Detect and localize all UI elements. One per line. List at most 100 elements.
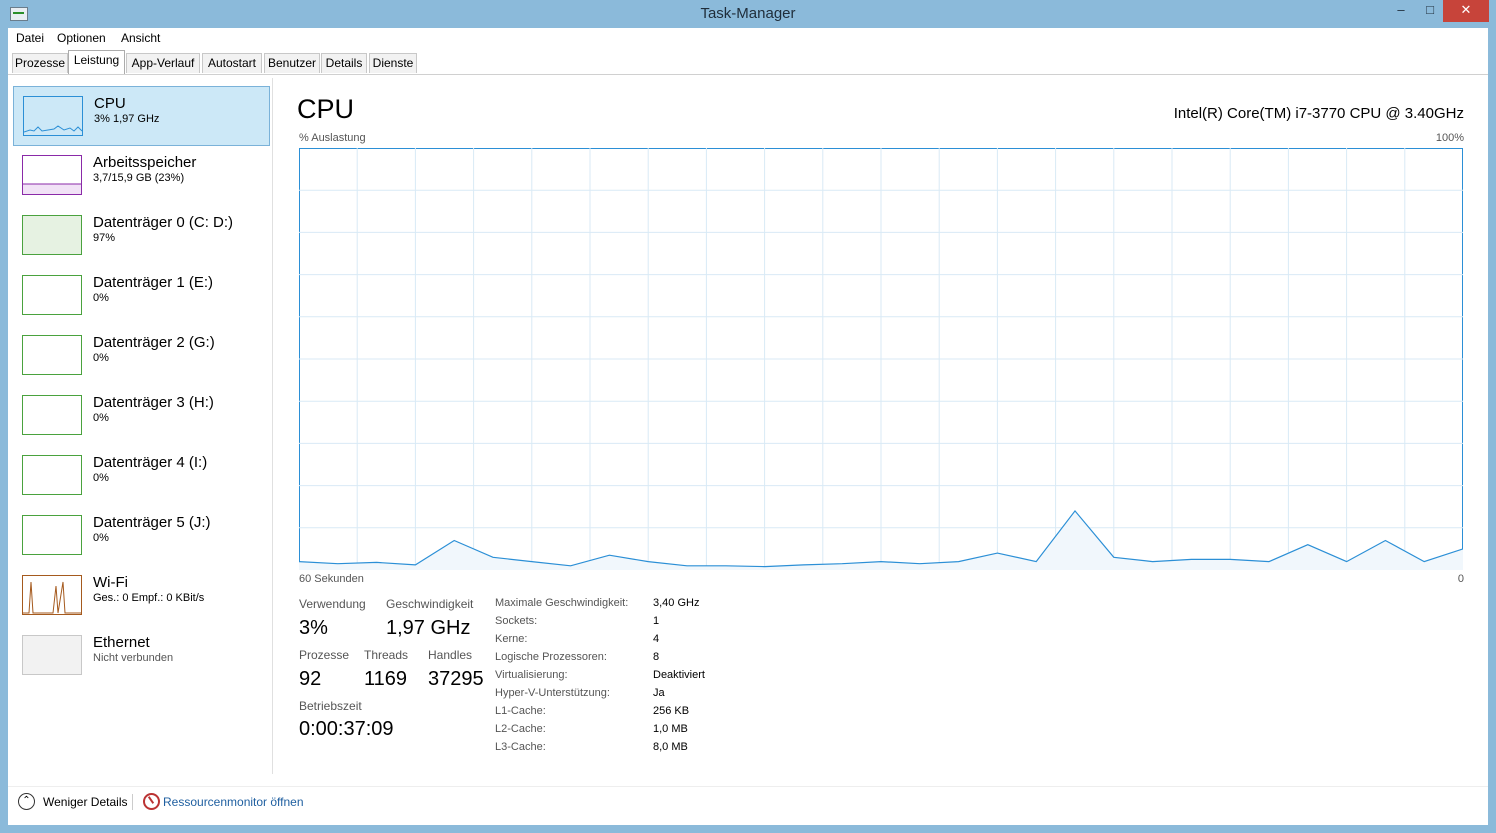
minimize-button[interactable]: – xyxy=(1390,0,1412,22)
info-label: Hyper-V-Unterstützung: xyxy=(495,687,610,699)
client-area: Datei Optionen Ansicht Prozesse Leistung… xyxy=(8,28,1488,825)
info-label: L1-Cache: xyxy=(495,705,546,717)
info-value: Deaktiviert xyxy=(653,669,705,681)
info-value: 1 xyxy=(653,615,660,627)
resource-sidebar: CPU 3% 1,97 GHz Arbeitsspeicher 3,7/15,9 GB… xyxy=(8,78,273,774)
info-value: 256 KB xyxy=(653,705,690,717)
sidebar-item-subtitle: 3,7/15,9 GB (23%) xyxy=(93,172,185,184)
x-min-label: 0 xyxy=(1457,573,1464,585)
resource-monitor-icon[interactable] xyxy=(143,793,160,810)
resource-thumbnail xyxy=(22,335,82,375)
cpu-panel: CPU Intel(R) Core(TM) i7-3770 CPU @ 3.40… xyxy=(273,78,1488,774)
sidebar-item-subtitle: 3% 1,97 GHz xyxy=(94,113,160,125)
sidebar-item-8[interactable]: Wi-Fi Ges.: 0 Empf.: 0 KBit/s xyxy=(13,566,268,624)
uptime-label: Betriebszeit xyxy=(299,699,362,713)
chevron-up-icon[interactable]: ⌃ xyxy=(18,793,35,810)
panel-title: CPU xyxy=(297,94,355,124)
info-label: Kerne: xyxy=(495,633,528,645)
info-label: L3-Cache: xyxy=(495,741,546,753)
info-label: Maximale Geschwindigkeit: xyxy=(495,597,629,609)
sidebar-item-subtitle: Ges.: 0 Empf.: 0 KBit/s xyxy=(93,592,205,604)
sidebar-item-0[interactable]: CPU 3% 1,97 GHz xyxy=(13,86,270,146)
info-value: 8 xyxy=(653,651,660,663)
threads-value: 1169 xyxy=(364,668,408,690)
sidebar-item-title: Datenträger 1 (E:) xyxy=(93,274,214,291)
tab-startup[interactable]: Autostart xyxy=(202,53,262,73)
sidebar-item-3[interactable]: Datenträger 1 (E:) 0% xyxy=(13,266,268,324)
close-button[interactable]: ✕ xyxy=(1443,0,1489,22)
processes-label: Prozesse xyxy=(299,648,350,662)
handles-value: 37295 xyxy=(428,668,484,690)
tab-processes[interactable]: Prozesse xyxy=(12,53,68,73)
fewer-details-button[interactable]: Weniger Details xyxy=(43,795,127,809)
resource-thumbnail xyxy=(22,515,82,555)
sidebar-item-6[interactable]: Datenträger 4 (I:) 0% xyxy=(13,446,268,504)
sidebar-item-subtitle: 97% xyxy=(93,232,116,244)
processes-value: 92 xyxy=(299,668,322,690)
menu-file[interactable]: Datei xyxy=(16,31,44,45)
sidebar-item-subtitle: 0% xyxy=(93,532,109,544)
tab-details[interactable]: Details xyxy=(321,53,367,73)
y-max-label: 100% xyxy=(1435,132,1464,144)
resource-thumbnail xyxy=(22,455,82,495)
sidebar-item-subtitle: 0% xyxy=(93,292,109,304)
sidebar-item-title: Datenträger 2 (G:) xyxy=(93,334,215,351)
usage-value: 3% xyxy=(299,617,328,639)
sidebar-item-title: Arbeitsspeicher xyxy=(93,154,197,171)
speed-label: Geschwindigkeit xyxy=(386,597,474,611)
sidebar-item-title: Ethernet xyxy=(93,634,150,651)
info-label: Logische Prozessoren: xyxy=(495,651,607,663)
tab-users[interactable]: Benutzer xyxy=(264,53,320,73)
window-title: Task-Manager xyxy=(700,5,796,22)
sidebar-item-title: Wi-Fi xyxy=(93,574,128,591)
uptime-value: 0:00:37:09 xyxy=(299,718,394,740)
sidebar-item-5[interactable]: Datenträger 3 (H:) 0% xyxy=(13,386,268,444)
tab-services[interactable]: Dienste xyxy=(369,53,417,73)
cpu-usage-graph xyxy=(299,148,1463,570)
cpu-model: Intel(R) Core(TM) i7-3770 CPU @ 3.40GHz xyxy=(1173,105,1464,122)
resource-thumbnail xyxy=(22,575,82,615)
sidebar-item-subtitle: 0% xyxy=(93,472,109,484)
resource-thumbnail xyxy=(22,395,82,435)
speed-value: 1,97 GHz xyxy=(386,617,471,639)
footer-divider xyxy=(132,794,133,810)
info-value: 4 xyxy=(653,633,660,645)
sidebar-item-2[interactable]: Datenträger 0 (C: D:) 97% xyxy=(13,206,268,264)
tab-app-history[interactable]: App-Verlauf xyxy=(126,53,200,73)
sidebar-item-4[interactable]: Datenträger 2 (G:) 0% xyxy=(13,326,268,384)
threads-label: Threads xyxy=(364,648,409,662)
sidebar-item-title: Datenträger 0 (C: D:) xyxy=(93,214,234,231)
resource-thumbnail xyxy=(22,275,82,315)
sidebar-item-9[interactable]: Ethernet Nicht verbunden xyxy=(13,626,268,684)
info-value: 3,40 GHz xyxy=(653,597,700,609)
sidebar-item-7[interactable]: Datenträger 5 (J:) 0% xyxy=(13,506,268,564)
menu-options[interactable]: Optionen xyxy=(57,31,106,45)
title-bar[interactable]: Task-Manager – □ ✕ xyxy=(0,0,1496,28)
resource-thumbnail xyxy=(22,635,82,675)
info-label: Sockets: xyxy=(495,615,538,627)
sidebar-item-subtitle: 0% xyxy=(93,412,109,424)
sidebar-item-title: Datenträger 4 (I:) xyxy=(93,454,208,471)
menu-bar: Datei Optionen Ansicht xyxy=(8,28,1488,48)
resource-monitor-link[interactable]: Ressourcenmonitor öffnen xyxy=(163,795,304,809)
window: Task-Manager – □ ✕ Datei Optionen Ansich… xyxy=(0,0,1496,833)
info-label: Virtualisierung: xyxy=(495,669,568,681)
info-value: 1,0 MB xyxy=(653,723,688,735)
tab-bar: Prozesse Leistung App-Verlauf Autostart … xyxy=(8,50,1488,75)
resource-thumbnail xyxy=(22,215,82,255)
info-label: L2-Cache: xyxy=(495,723,546,735)
menu-view[interactable]: Ansicht xyxy=(121,31,160,45)
handles-label: Handles xyxy=(428,648,473,662)
x-axis-label: 60 Sekunden xyxy=(299,573,364,585)
sidebar-item-1[interactable]: Arbeitsspeicher 3,7/15,9 GB (23%) xyxy=(13,146,268,204)
y-axis-label: % Auslastung xyxy=(299,132,366,144)
resource-thumbnail xyxy=(22,155,82,195)
tab-performance[interactable]: Leistung xyxy=(68,50,125,74)
sidebar-item-title: CPU xyxy=(94,95,126,112)
sidebar-item-title: Datenträger 3 (H:) xyxy=(93,394,214,411)
usage-label: Verwendung xyxy=(299,597,366,611)
sidebar-item-subtitle: 0% xyxy=(93,352,109,364)
sidebar-item-title: Datenträger 5 (J:) xyxy=(93,514,211,531)
info-value: 8,0 MB xyxy=(653,741,688,753)
maximize-button[interactable]: □ xyxy=(1419,0,1441,22)
